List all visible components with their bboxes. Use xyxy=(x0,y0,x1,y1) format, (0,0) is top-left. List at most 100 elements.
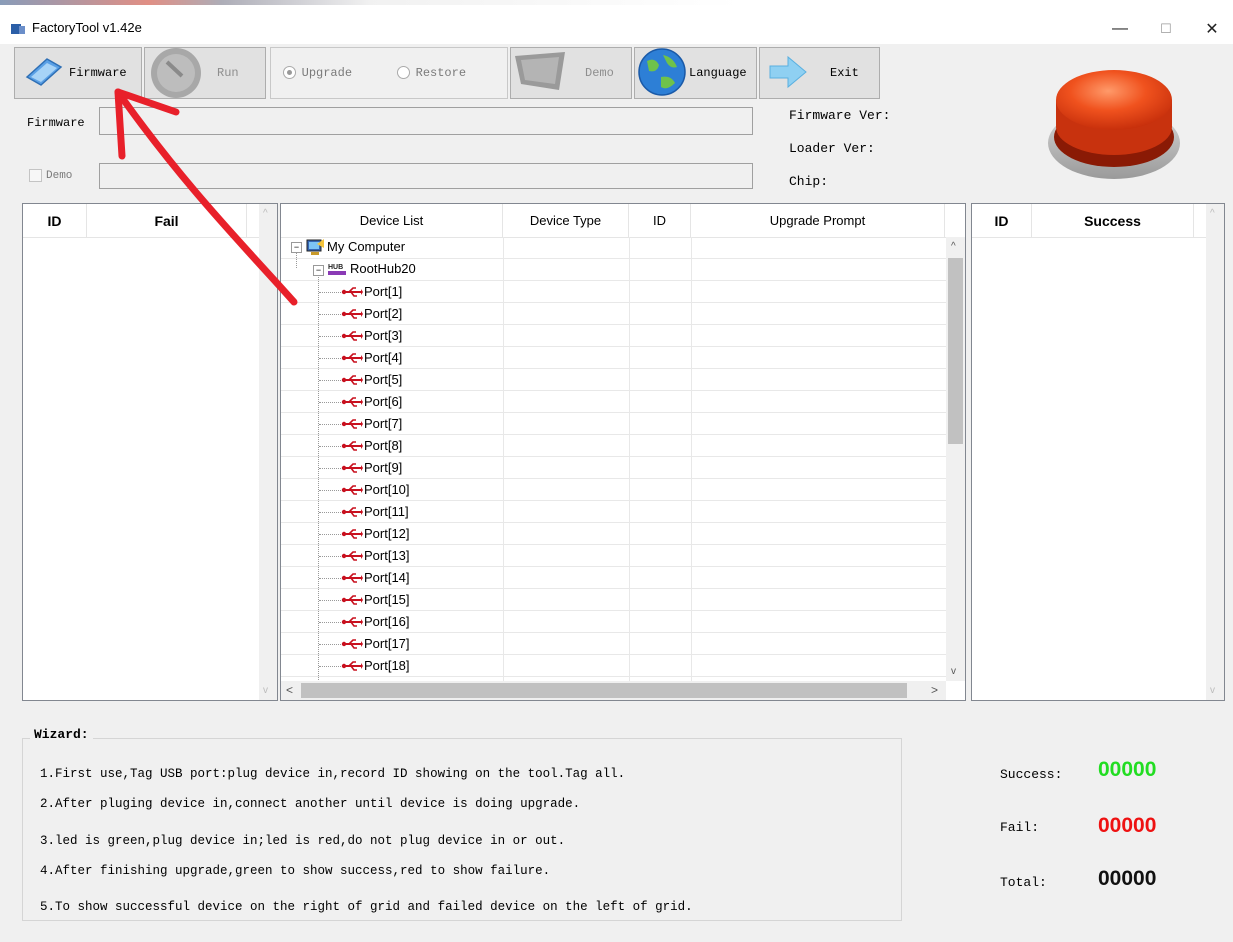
tree-row-port[interactable]: Port[17] xyxy=(281,633,946,655)
tree-row-port[interactable]: Port[18] xyxy=(281,655,946,677)
tree-row-hub[interactable]: − HUB RootHub20 xyxy=(281,259,946,281)
demo-checkbox[interactable] xyxy=(29,169,42,182)
scroll-left-icon[interactable]: < xyxy=(286,683,293,697)
success-grid-id-header[interactable]: ID xyxy=(972,204,1032,237)
tree-row-port[interactable]: Port[1] xyxy=(281,281,946,303)
device-grid-header: Device List Device Type ID Upgrade Promp… xyxy=(281,204,965,238)
tree-row-port[interactable]: Port[3] xyxy=(281,325,946,347)
vscroll-thumb[interactable] xyxy=(948,258,963,444)
usb-port-icon xyxy=(341,374,363,389)
tree-row-port[interactable]: Port[8] xyxy=(281,435,946,457)
tree-port-label: Port[6] xyxy=(364,394,403,409)
tree-port-label: Port[12] xyxy=(364,526,410,541)
tree-port-label: Port[4] xyxy=(364,350,403,365)
tree-row-port[interactable]: Port[6] xyxy=(281,391,946,413)
demo-path-input[interactable] xyxy=(99,163,753,189)
firmware-field-label: Firmware xyxy=(27,116,85,130)
tree-row-port[interactable]: Port[7] xyxy=(281,413,946,435)
total-count-value: 00000 xyxy=(1098,867,1157,890)
app-icon xyxy=(10,22,26,36)
fail-grid-scrollbar[interactable]: ^ v xyxy=(259,204,277,700)
minimize-button[interactable]: — xyxy=(1097,14,1143,44)
tree-line xyxy=(319,402,341,404)
success-grid[interactable]: ID Success ^ v xyxy=(971,203,1225,701)
tree-port-label: Port[17] xyxy=(364,636,410,651)
tree-port-label: Port[16] xyxy=(364,614,410,629)
success-count-label: Success: xyxy=(1000,767,1063,782)
device-grid[interactable]: Device List Device Type ID Upgrade Promp… xyxy=(280,203,966,701)
device-grid-hscrollbar[interactable]: < > xyxy=(281,681,946,700)
tree-line xyxy=(319,534,341,536)
success-grid-scrollbar[interactable]: ^ v xyxy=(1206,204,1224,700)
scroll-right-icon[interactable]: > xyxy=(931,683,938,697)
tree-port-label: Port[1] xyxy=(364,284,403,299)
collapse-icon[interactable]: − xyxy=(291,242,302,253)
tree-row-root[interactable]: − My Computer xyxy=(281,237,946,259)
fail-grid-fail-header[interactable]: Fail xyxy=(87,204,247,237)
demo-button[interactable]: Demo xyxy=(510,47,632,99)
tree-row-port[interactable]: Port[16] xyxy=(281,611,946,633)
collapse-icon[interactable]: − xyxy=(313,265,324,276)
tree-port-label: Port[13] xyxy=(364,548,410,563)
restore-radio[interactable]: Restore xyxy=(397,64,466,80)
tree-line xyxy=(319,600,341,602)
tree-port-label: Port[11] xyxy=(364,504,409,519)
usb-port-icon xyxy=(341,660,363,675)
upgrade-radio-label: Upgrade xyxy=(301,66,353,80)
tree-row-port[interactable]: Port[9] xyxy=(281,457,946,479)
status-led-icon xyxy=(1040,55,1188,188)
tree-row-port[interactable]: Port[4] xyxy=(281,347,946,369)
wizard-line-1: 1.First use,Tag USB port:plug device in,… xyxy=(40,767,626,781)
scroll-down-icon[interactable]: v xyxy=(263,685,268,696)
usb-port-icon xyxy=(341,286,363,301)
scroll-down-icon[interactable]: v xyxy=(951,666,956,677)
firmware-button[interactable]: Firmware xyxy=(14,47,142,99)
scroll-up-icon[interactable]: ^ xyxy=(1210,208,1215,219)
tree-row-port[interactable]: Port[15] xyxy=(281,589,946,611)
device-id-header[interactable]: ID xyxy=(629,204,691,237)
exit-button[interactable]: Exit xyxy=(759,47,880,99)
device-type-header[interactable]: Device Type xyxy=(503,204,629,237)
success-count-value: 00000 xyxy=(1098,758,1157,781)
upgrade-radio[interactable]: Upgrade xyxy=(283,64,352,80)
device-list-header[interactable]: Device List xyxy=(281,204,503,237)
usb-port-icon xyxy=(341,594,363,609)
tree-port-label: Port[14] xyxy=(364,570,410,585)
language-button[interactable]: Language xyxy=(634,47,757,99)
exit-button-label: Exit xyxy=(830,66,859,80)
tree-row-port[interactable]: Port[2] xyxy=(281,303,946,325)
wizard-line-2: 2.After pluging device in,connect anothe… xyxy=(40,797,581,811)
hscroll-thumb[interactable] xyxy=(301,683,907,698)
wizard-title: Wizard: xyxy=(30,727,93,742)
maximize-button[interactable]: ☐ xyxy=(1143,14,1189,44)
firmware-path-input[interactable] xyxy=(99,107,753,135)
svg-text:HUB: HUB xyxy=(328,264,343,271)
device-grid-vscrollbar[interactable]: ^ v xyxy=(946,237,965,681)
close-button[interactable]: ✕ xyxy=(1189,14,1233,44)
success-grid-success-header[interactable]: Success xyxy=(1032,204,1194,237)
demo-button-label: Demo xyxy=(585,66,614,80)
tree-row-port[interactable]: Port[13] xyxy=(281,545,946,567)
run-button[interactable]: Run xyxy=(144,47,266,99)
tree-hub-label: RootHub20 xyxy=(350,261,416,276)
upgrade-prompt-header[interactable]: Upgrade Prompt xyxy=(691,204,945,237)
scroll-up-icon[interactable]: ^ xyxy=(951,241,956,252)
scroll-up-icon[interactable]: ^ xyxy=(263,208,268,219)
usb-port-icon xyxy=(341,308,363,323)
globe-icon xyxy=(637,47,687,100)
window-title: FactoryTool v1.42e xyxy=(32,20,142,35)
tree-row-port[interactable]: Port[14] xyxy=(281,567,946,589)
tree-line xyxy=(319,578,341,580)
tree-row-port[interactable]: Port[10] xyxy=(281,479,946,501)
success-grid-header: ID Success xyxy=(972,204,1206,238)
tree-line xyxy=(319,314,341,316)
fail-grid-id-header[interactable]: ID xyxy=(23,204,87,237)
upgrade-radio-dot xyxy=(283,66,296,80)
scroll-down-icon[interactable]: v xyxy=(1210,685,1215,696)
usb-port-icon xyxy=(341,418,363,433)
tree-row-port[interactable]: Port[12] xyxy=(281,523,946,545)
fail-grid[interactable]: ID Fail ^ v xyxy=(22,203,278,701)
usb-port-icon xyxy=(341,462,363,477)
tree-row-port[interactable]: Port[11] xyxy=(281,501,946,523)
tree-row-port[interactable]: Port[5] xyxy=(281,369,946,391)
